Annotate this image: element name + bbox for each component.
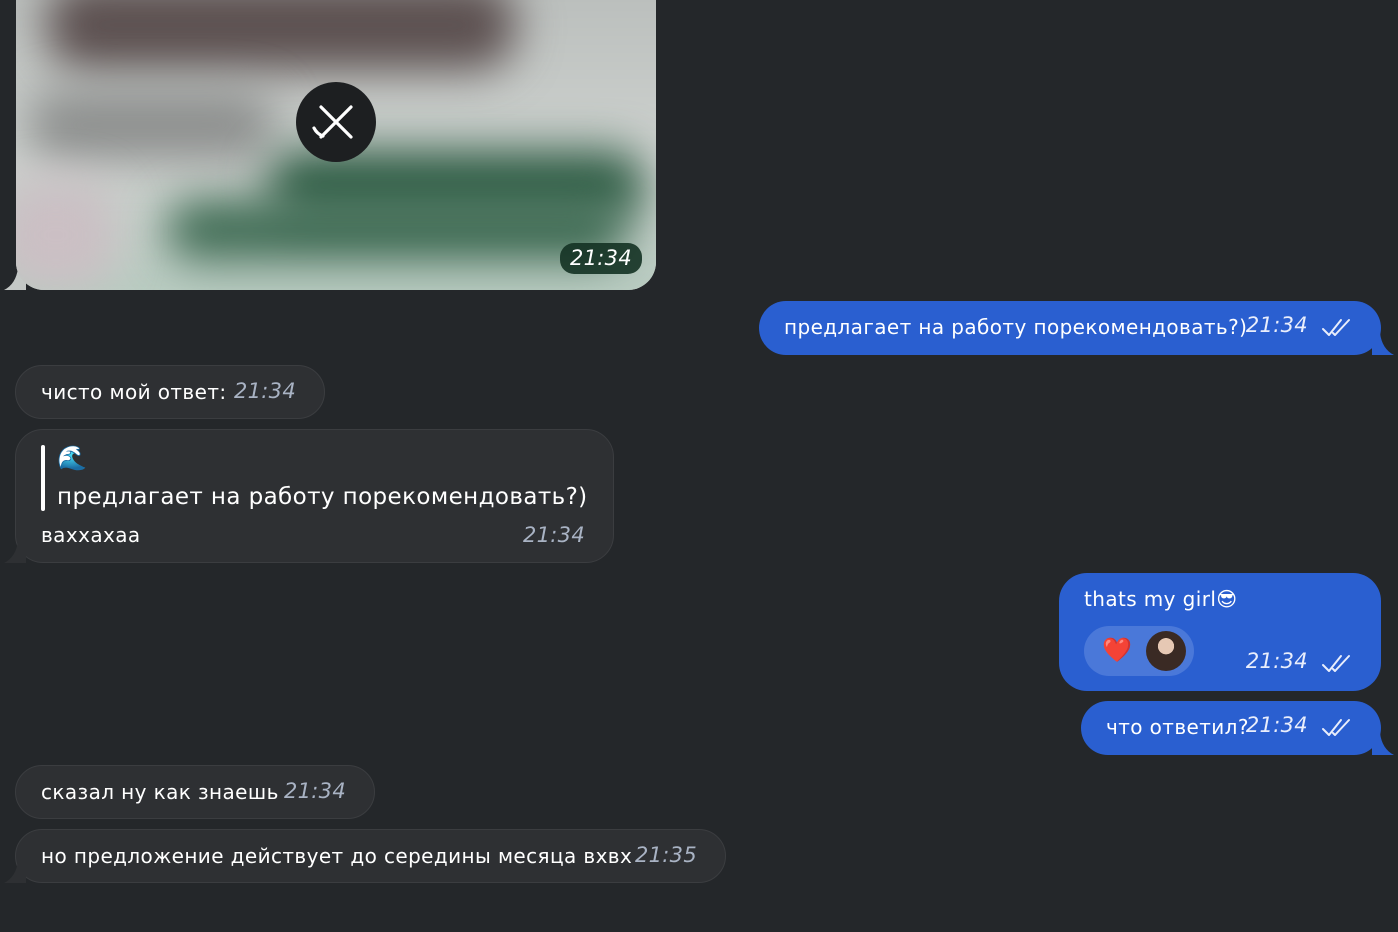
close-icon [312,105,353,139]
double-check-icon [1322,654,1350,672]
message-time: 21:34 [283,779,346,803]
message-time: 21:34 [233,379,296,403]
bubble-tail [4,541,26,563]
quote-bar [41,445,45,511]
blur-shape [26,90,276,160]
blur-shape [16,180,116,290]
blur-shape [166,200,626,260]
incoming-reply-message[interactable]: 🌊 предлагает на работу порекомендовать?)… [15,429,614,563]
quote-text: предлагает на работу порекомендовать?) [57,484,588,510]
message-time: 21:34 [1245,713,1308,737]
double-check-icon [1322,318,1350,336]
incoming-message[interactable]: сказал ну как знаешь 21:34 [15,765,375,819]
message-text: но предложение действует до середины мес… [41,844,633,868]
message-time: 21:34 [559,243,642,274]
incoming-message[interactable]: чисто мой ответ: 21:34 [15,365,325,419]
double-check-icon [1322,718,1350,736]
chat-history[interactable]: 21:34 предлагает на работу порекомендова… [0,0,1398,932]
incoming-message[interactable]: но предложение действует до середины мес… [15,829,726,883]
heart-reaction-icon: ❤️ [1102,636,1132,664]
progress-arc [312,126,325,138]
reaction-chip[interactable]: ❤️ [1084,626,1194,676]
cancel-download-button[interactable] [296,82,376,162]
message-time: 21:34 [522,523,585,547]
media-message[interactable]: 21:34 [16,0,656,290]
message-text: thats my girl😎 [1084,587,1238,611]
message-text: что ответил? [1106,715,1249,739]
outgoing-message[interactable]: что ответил? 21:34 [1081,701,1381,755]
message-time: 21:34 [1245,649,1308,673]
avatar [1146,631,1186,671]
message-text: предлагает на работу порекомендовать?) [784,315,1248,339]
message-text: ваххахаа [41,523,141,547]
message-time: 21:35 [634,843,697,867]
blur-shape [46,0,516,70]
quote-author-emoji: 🌊 [57,444,87,472]
outgoing-message[interactable]: thats my girl😎 ❤️ 21:34 [1059,573,1381,691]
bubble-tail [1372,733,1394,755]
bubble-tail [4,861,26,883]
message-time: 21:34 [1245,313,1308,337]
message-text: чисто мой ответ: [41,380,227,404]
bubble-tail [1372,333,1394,355]
outgoing-message[interactable]: предлагает на работу порекомендовать?) 2… [759,301,1381,355]
message-text: сказал ну как знаешь [41,780,279,804]
